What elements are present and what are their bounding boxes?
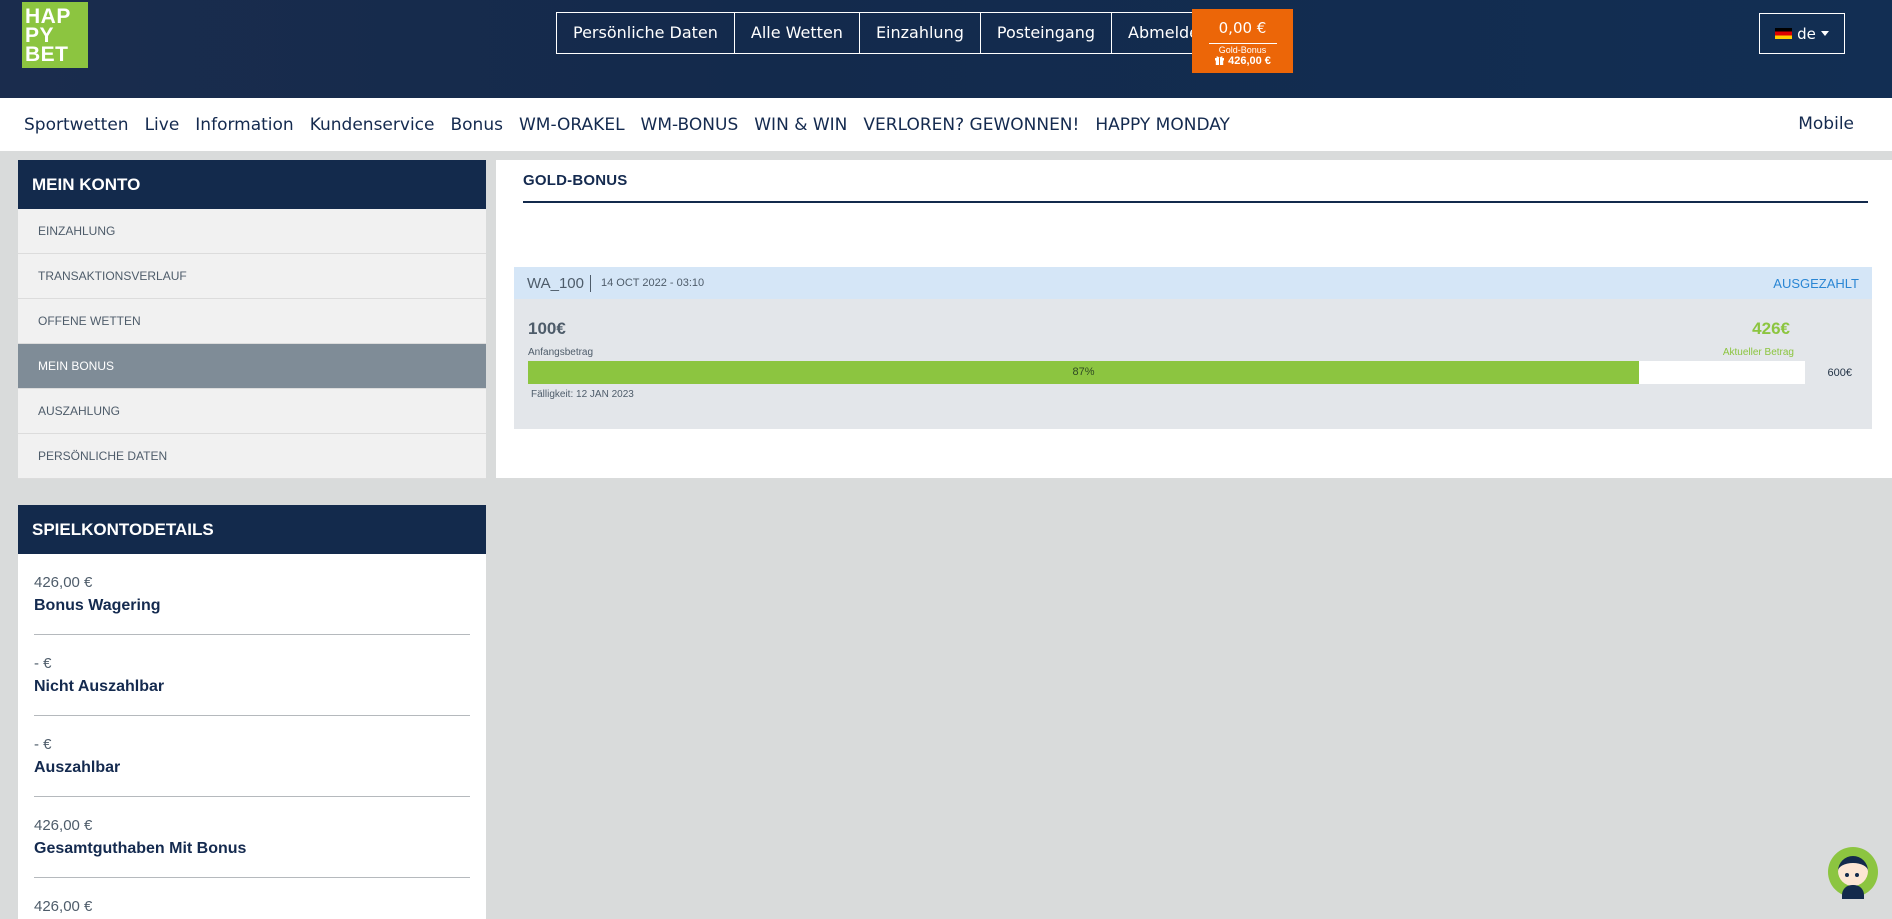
detail-row: - € Nicht Auszahlbar	[34, 635, 470, 716]
nav-einzahlung[interactable]: Einzahlung	[859, 12, 981, 54]
detail-label: Gesamtguthaben Mit Bonus	[34, 840, 247, 857]
nav-mobile[interactable]: Mobile	[1798, 98, 1854, 151]
nav-live[interactable]: Live	[145, 115, 180, 135]
start-amount-label: Anfangsbetrag	[528, 347, 594, 358]
target-amount: 600€	[1827, 367, 1852, 379]
germany-flag-icon	[1775, 28, 1793, 39]
detail-value: - €	[34, 736, 52, 753]
happybet-logo[interactable]: HAP PY BET	[22, 2, 88, 68]
spielkontodetails-panel: SPIELKONTODETAILS 426,00 € Bonus Wagerin…	[18, 505, 486, 919]
sidebar-item-persoenliche-daten[interactable]: PERSÖNLICHE DATEN	[18, 434, 486, 479]
gold-bonus-value: 426,00 €	[1192, 55, 1293, 68]
nav-posteingang[interactable]: Posteingang	[980, 12, 1113, 54]
detail-value: 426,00 €	[34, 898, 93, 915]
current-amount-label: Aktueller Betrag	[1722, 347, 1794, 358]
bonus-code: WA_100	[527, 275, 584, 292]
main-nav: Sportwetten Live Information Kundenservi…	[0, 98, 1892, 151]
nav-information[interactable]: Information	[195, 115, 293, 135]
detail-value: - €	[34, 655, 52, 672]
language-code: de	[1797, 24, 1816, 43]
detail-value: 426,00 €	[34, 817, 93, 834]
page-title: GOLD-BONUS	[523, 172, 628, 189]
top-header: HAP PY BET Persönliche Daten Alle Wetten…	[0, 0, 1892, 98]
chat-support-button[interactable]	[1828, 847, 1878, 899]
spielkontodetails-title: SPIELKONTODETAILS	[18, 505, 486, 554]
balance-divider	[1208, 43, 1277, 44]
nav-happy-monday[interactable]: HAPPY MONDAY	[1095, 115, 1230, 135]
detail-row: 426,00 € Gesamtguthaben Mit Bonus	[34, 797, 470, 878]
bonus-date: 14 OCT 2022 - 03:10	[601, 277, 705, 289]
sidebar-item-mein-bonus[interactable]: MEIN BONUS	[18, 344, 486, 389]
wagering-progress-bar: 87%	[528, 361, 1805, 384]
detail-row: - € Auszahlbar	[34, 716, 470, 797]
nav-alle-wetten[interactable]: Alle Wetten	[734, 12, 860, 54]
balance-box[interactable]: 0,00 € Gold-Bonus 426,00 €	[1192, 9, 1293, 73]
status-badge: AUSGEZAHLT	[1773, 276, 1859, 291]
due-date: Fälligkeit: 12 JAN 2023	[531, 389, 634, 400]
sidebar-item-auszahlung[interactable]: AUSZAHLUNG	[18, 389, 486, 434]
header-separator	[590, 275, 591, 292]
main-nav-items: Sportwetten Live Information Kundenservi…	[24, 98, 1246, 151]
nav-persoenliche-daten[interactable]: Persönliche Daten	[556, 12, 735, 54]
sidebar-item-offene-wetten[interactable]: OFFENE WETTEN	[18, 299, 486, 344]
detail-row: 426,00 €	[34, 878, 470, 919]
gold-bonus-content: GOLD-BONUS WA_100 14 OCT 2022 - 03:10 AU…	[496, 160, 1892, 478]
balance-amount: 0,00 €	[1218, 19, 1267, 37]
current-amount: 426€	[1752, 319, 1790, 338]
detail-row: 426,00 € Bonus Wagering	[34, 554, 470, 635]
nav-win-win[interactable]: WIN & WIN	[754, 115, 847, 135]
detail-label: Auszahlbar	[34, 759, 121, 776]
nav-bonus[interactable]: Bonus	[450, 115, 502, 135]
chevron-down-icon	[1820, 31, 1829, 36]
start-amount: 100€	[528, 319, 566, 338]
chat-avatar-icon	[1838, 856, 1868, 886]
detail-label: Nicht Auszahlbar	[34, 678, 165, 695]
bonus-card: WA_100 14 OCT 2022 - 03:10 AUSGEZAHLT 10…	[514, 267, 1872, 429]
mein-konto-panel: MEIN KONTO EINZAHLUNG TRANSAKTIONSVERLAU…	[18, 160, 486, 479]
gift-icon	[1215, 56, 1225, 65]
account-nav: Persönliche Daten Alle Wetten Einzahlung…	[556, 12, 1227, 54]
nav-wm-orakel[interactable]: WM-ORAKEL	[519, 115, 625, 135]
bonus-card-header: WA_100 14 OCT 2022 - 03:10 AUSGEZAHLT	[514, 267, 1872, 299]
detail-label: Bonus Wagering	[34, 597, 161, 614]
sidebar-item-einzahlung[interactable]: EINZAHLUNG	[18, 209, 486, 254]
title-divider	[523, 201, 1868, 203]
avatar-eye	[1845, 873, 1849, 877]
language-selector[interactable]: de	[1759, 13, 1845, 54]
avatar-eye	[1855, 873, 1859, 877]
nav-verloren-gewonnen[interactable]: VERLOREN? GEWONNEN!	[863, 115, 1079, 135]
gold-bonus-label: Gold-Bonus	[1218, 45, 1267, 55]
detail-value: 426,00 €	[34, 574, 93, 591]
nav-wm-bonus[interactable]: WM-BONUS	[641, 115, 739, 135]
mein-konto-title: MEIN KONTO	[18, 160, 486, 209]
nav-sportwetten[interactable]: Sportwetten	[24, 115, 129, 135]
sidebar-item-transaktionsverlauf[interactable]: TRANSAKTIONSVERLAUF	[18, 254, 486, 299]
nav-kundenservice[interactable]: Kundenservice	[310, 115, 435, 135]
avatar-body	[1842, 885, 1864, 899]
progress-fill: 87%	[528, 361, 1639, 384]
